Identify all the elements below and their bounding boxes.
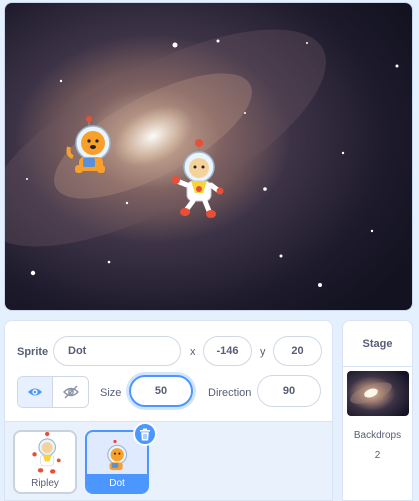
- sprite-label: Sprite: [17, 346, 49, 358]
- stage-thumbnail[interactable]: [347, 371, 409, 416]
- ripley-thumbnail: [32, 431, 61, 474]
- direction-input[interactable]: 90: [257, 375, 321, 407]
- eye-icon: [28, 388, 42, 396]
- eye-slash-icon: [62, 385, 79, 399]
- sprite-info: Sprite Dot x -146 y 20 Size 50 Direction…: [5, 321, 332, 422]
- sprite-info-panel: Sprite Dot x -146 y 20 Size 50 Direction…: [4, 320, 333, 501]
- delete-sprite-button[interactable]: [133, 422, 157, 446]
- sprite-name-input[interactable]: Dot: [53, 336, 181, 366]
- x-position-input[interactable]: -146: [203, 336, 252, 366]
- sprite-tile-label: Dot: [87, 474, 147, 492]
- trash-icon: [140, 428, 150, 440]
- backdrops-count: 2: [374, 450, 381, 461]
- sprite-tile-label: Ripley: [31, 477, 59, 489]
- y-label: y: [260, 346, 266, 358]
- show-toggle: [17, 376, 89, 408]
- sprite-list: Ripley Dot: [5, 422, 332, 500]
- stage-target-panel[interactable]: Stage Backdrops 2: [342, 320, 413, 501]
- y-position-input[interactable]: 20: [273, 336, 322, 366]
- backdrop-thumbnail: [347, 371, 409, 416]
- x-label: x: [190, 346, 196, 358]
- backdrops-label: Backdrops: [353, 430, 402, 441]
- sprite-tile-dot[interactable]: Dot: [85, 422, 157, 494]
- sprite-tile-ripley[interactable]: Ripley: [13, 430, 77, 494]
- scratch-editor-right-column: Sprite Dot x -146 y 20 Size 50 Direction…: [0, 0, 419, 501]
- size-label: Size: [100, 387, 122, 399]
- stage-panel-title: Stage: [343, 321, 412, 367]
- size-input[interactable]: 50: [129, 375, 193, 407]
- hide-sprite-button[interactable]: [53, 377, 88, 407]
- direction-label: Direction: [208, 387, 252, 399]
- show-sprite-button[interactable]: [18, 377, 54, 407]
- stage-canvas[interactable]: [4, 2, 413, 311]
